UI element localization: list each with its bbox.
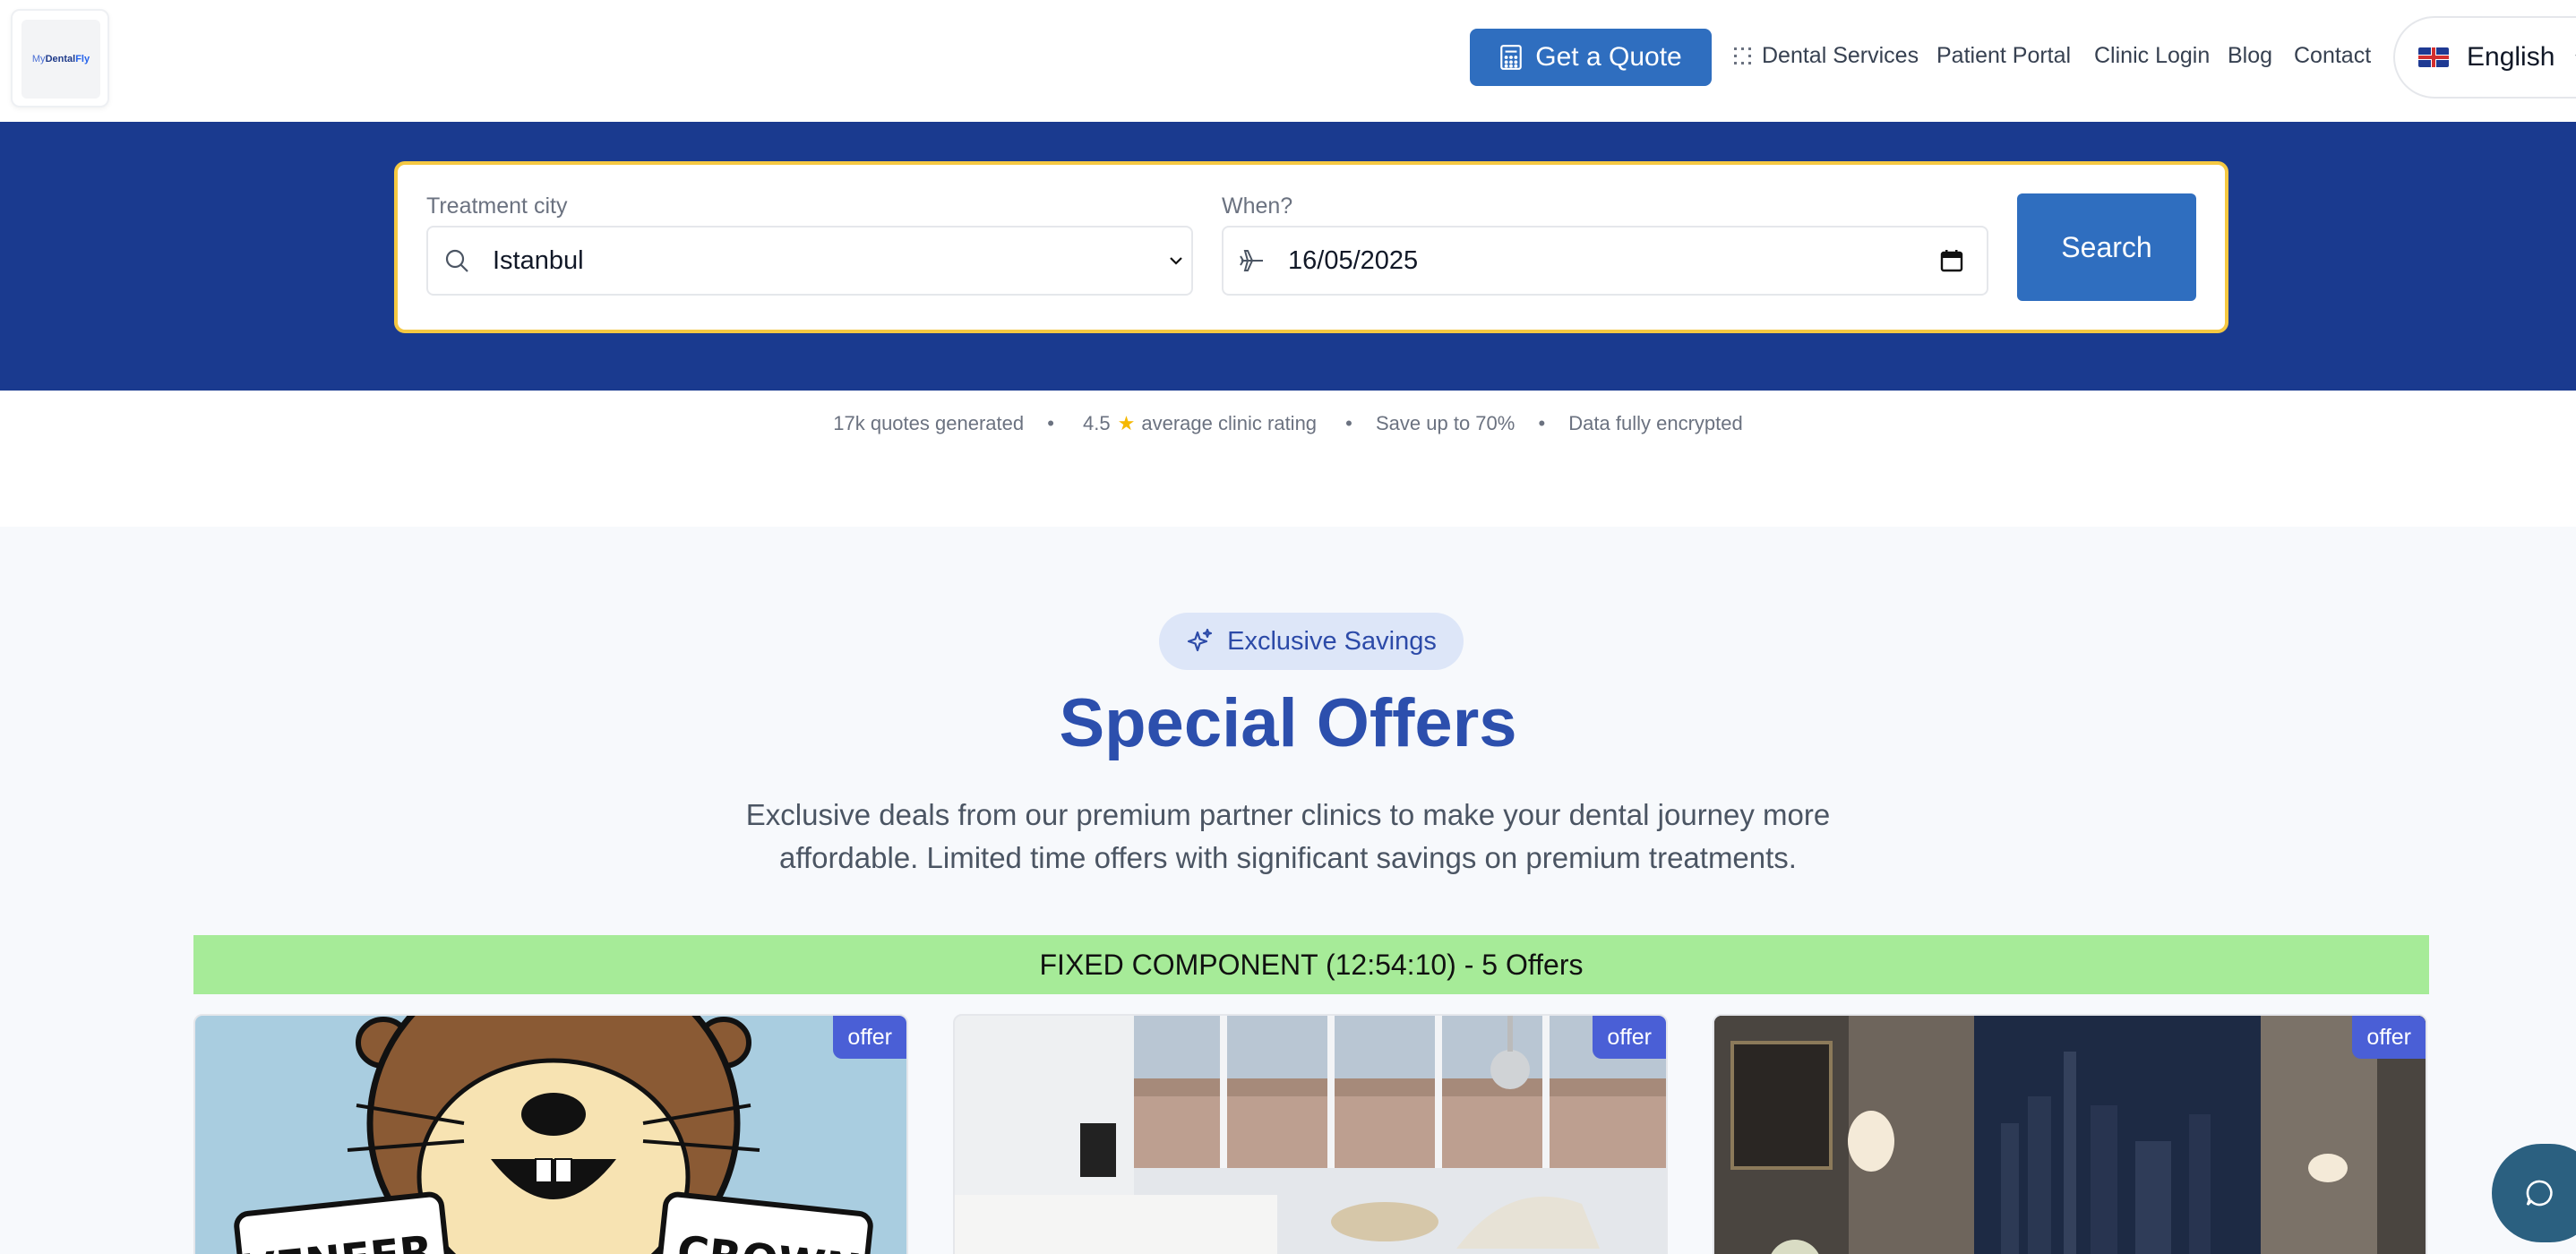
site-header: My Dental Fly Get a Quote Dental Services … [0,0,2576,122]
stat-save: Save up to 70% [1376,412,1516,434]
stat-separator: • [1538,412,1546,434]
chevron-down-icon [1170,257,1182,265]
nav-dental-services-label: Dental Services [1762,43,1919,68]
clinic-interior-image [955,1016,1666,1254]
chevron-down-icon [2575,55,2576,56]
nav-dental-services[interactable]: Dental Services [1733,43,1919,69]
night-city-room-image [1714,1016,2426,1254]
section-description: Exclusive deals from our premium partner… [745,798,1831,874]
logo-text-my: My [31,54,46,64]
search-button[interactable]: Search [2017,193,2196,301]
fixed-component-bar: FIXED COMPONENT (12:54:10) - 5 Offers [193,935,2429,994]
offer-badge: offer [833,1016,906,1059]
get-quote-button[interactable]: Get a Quote [1470,29,1712,86]
exclusive-savings-label: Exclusive Savings [1227,626,1437,656]
site-logo[interactable]: My Dental Fly [11,9,109,107]
special-offers-section: Exclusive Savings Special Offers Exclusi… [0,527,2576,1254]
stat-rating-value: 4.5 [1083,412,1111,434]
logo-text-dental: Dental [45,54,76,64]
treatment-city-select[interactable]: Istanbul [426,226,1193,296]
search-form: Treatment city Istanbul When? 16/05/2025… [394,161,2228,333]
nav-blog[interactable]: Blog [2228,43,2272,69]
travel-date-input[interactable]: 16/05/2025 [1222,226,1988,296]
stats-strip: 17k quotes generated • 4.5 ★ average clini… [0,412,2576,435]
offer-badge: offer [1593,1016,1666,1059]
chat-bubble-icon [2526,1180,2553,1207]
grid-dots-icon [1734,47,1751,64]
stat-rating-text: average clinic rating [1141,412,1318,434]
star-icon: ★ [1117,412,1136,434]
travel-date-value: 16/05/2025 [1288,245,1419,275]
section-title: Special Offers [1059,685,1517,761]
uk-flag-icon [2418,47,2449,67]
stat-separator: • [1047,412,1054,434]
stat-quotes: 17k quotes generated [833,412,1025,434]
search-icon [445,249,468,272]
stat-separator: • [1345,412,1352,434]
sparkles-icon [1188,628,1213,652]
nav-patient-portal[interactable]: Patient Portal [1936,43,2071,69]
search-band: Treatment city Istanbul When? 16/05/2025… [0,122,2576,391]
language-selector[interactable]: English [2393,16,2576,99]
get-quote-label: Get a Quote [1535,42,1682,72]
treatment-city-value: Istanbul [493,245,584,275]
when-label: When? [1222,193,1293,219]
calculator-icon [1500,45,1523,70]
language-label: English [2467,42,2555,72]
treatment-city-label: Treatment city [426,193,568,219]
offer-card[interactable]: offer [953,1014,1668,1254]
offer-card[interactable]: offer [1713,1014,2427,1254]
offer-badge: offer [2352,1016,2426,1059]
calendar-icon[interactable] [1940,249,1963,272]
otter-mascot-image: VENEER CROWN [234,1016,873,1254]
exclusive-savings-pill: Exclusive Savings [1159,613,1464,670]
stat-rating: 4.5 ★ average clinic rating [1078,412,1322,434]
nav-contact[interactable]: Contact [2294,43,2371,69]
stat-encrypted: Data fully encrypted [1568,412,1743,434]
logo-text-fly: Fly [75,54,90,64]
offer-card[interactable]: VENEER CROWN offer [193,1014,908,1254]
logo-mark: My Dental Fly [21,20,100,99]
nav-clinic-login[interactable]: Clinic Login [2094,43,2210,69]
plane-icon [1240,250,1263,271]
